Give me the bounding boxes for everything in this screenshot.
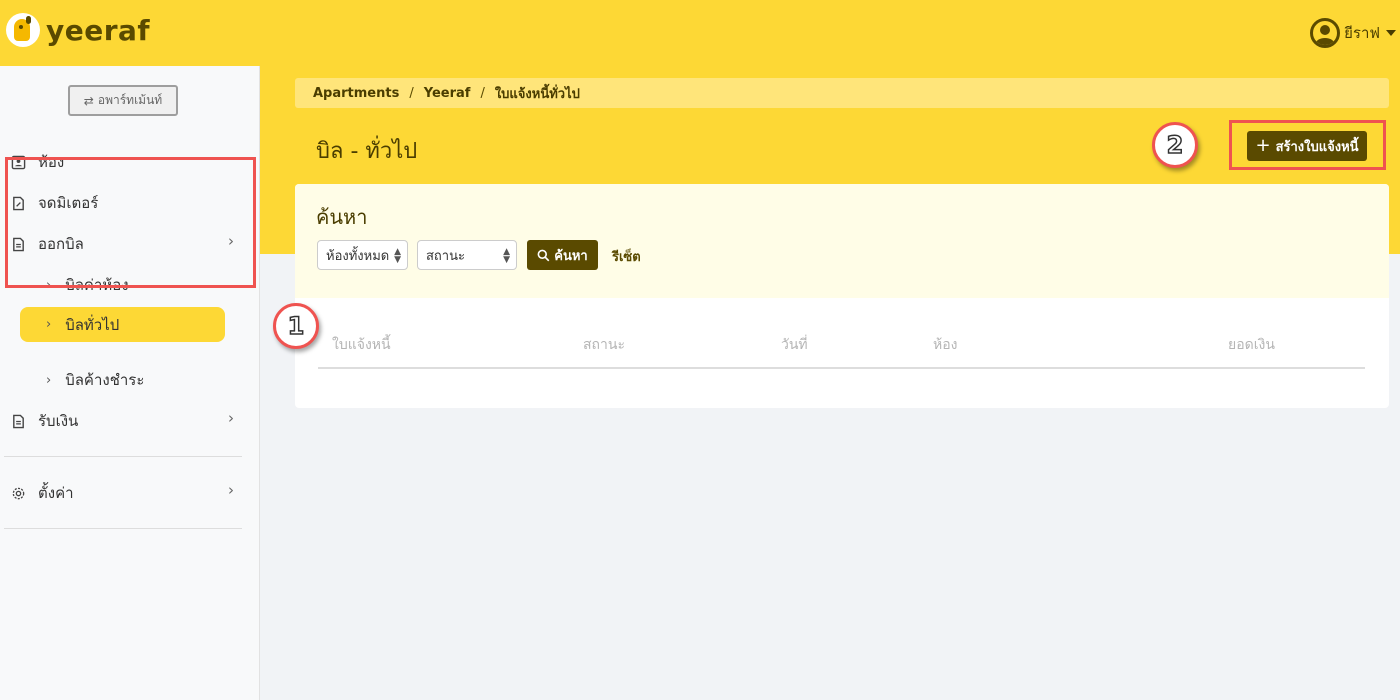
reset-link[interactable]: รีเซ็ต <box>612 246 641 267</box>
search-button[interactable]: ค้นหา <box>527 240 598 270</box>
swap-icon: ⇄ <box>83 93 94 108</box>
breadcrumb-apartments[interactable]: Apartments <box>313 86 399 101</box>
sidebar-item-receive-payment[interactable]: รับเงิน <box>10 409 78 433</box>
breadcrumb: Apartments / Yeeraf / ใบแจ้งหนี้ทั่วไป <box>295 78 1389 108</box>
chevron-right-icon: › <box>228 481 234 499</box>
column-header-status: สถานะ <box>583 337 625 353</box>
sidebar-subitem-overdue-bill[interactable]: › บิลค้างชำระ <box>46 368 144 392</box>
breadcrumb-current: ใบแจ้งหนี้ทั่วไป <box>494 86 580 102</box>
annotation-marker-1: 1 <box>273 303 319 349</box>
room-select-value: ห้องทั้งหมด <box>326 248 390 264</box>
caret-down-icon <box>1386 30 1396 36</box>
giraffe-logo-icon <box>6 13 40 47</box>
invoice-card: ค้นหา ห้องทั้งหมด ▲ ▼ สถานะ ▲ ▼ ค้นหา รีเซ… <box>295 184 1389 408</box>
breadcrumb-yeeraf[interactable]: Yeeraf <box>424 86 471 101</box>
annotation-highlight-billing <box>5 157 256 288</box>
page-title: บิล - ทั่วไป <box>316 139 418 164</box>
gear-icon <box>10 485 26 501</box>
status-select[interactable]: สถานะ ▲ ▼ <box>417 240 517 270</box>
column-header-room: ห้อง <box>933 337 958 353</box>
sort-arrows-icon: ▲ ▼ <box>503 247 510 265</box>
chevron-right-icon: › <box>228 409 234 427</box>
search-title: ค้นหา <box>316 205 368 229</box>
column-header-invoice: ใบแจ้งหนี้ <box>332 337 391 353</box>
room-select[interactable]: ห้องทั้งหมด ▲ ▼ <box>317 240 408 270</box>
chevron-right-icon: › <box>46 317 52 332</box>
annotation-highlight-create <box>1229 120 1386 170</box>
sidebar-subitem-general-bill[interactable]: › บิลทั่วไป <box>20 307 225 342</box>
search-button-label: ค้นหา <box>554 248 588 264</box>
search-panel: ค้นหา ห้องทั้งหมด ▲ ▼ สถานะ ▲ ▼ ค้นหา รีเซ… <box>295 184 1389 298</box>
logo[interactable]: yeeraf <box>6 13 150 47</box>
apartment-switch-label: อพาร์ทเม้นท์ <box>97 93 163 107</box>
breadcrumb-separator: / <box>480 85 485 101</box>
user-name: ยีราฟ <box>1344 24 1380 42</box>
sidebar-item-label: รับเงิน <box>38 412 79 430</box>
top-bar: yeeraf ยีราฟ <box>0 0 1400 66</box>
table-header-divider <box>318 367 1365 369</box>
user-avatar-icon <box>1310 18 1341 48</box>
logo-text: yeeraf <box>46 13 151 47</box>
sidebar-subitem-label: บิลทั่วไป <box>65 315 120 334</box>
annotation-marker-2: 2 <box>1152 122 1198 168</box>
breadcrumb-separator: / <box>409 85 414 101</box>
document-icon <box>10 413 26 429</box>
sidebar-divider <box>4 528 242 529</box>
sidebar-item-settings[interactable]: ตั้งค่า <box>10 481 74 505</box>
sidebar-item-label: ตั้งค่า <box>38 484 74 502</box>
column-header-amount: ยอดเงิน <box>1228 337 1275 353</box>
search-icon <box>537 249 550 261</box>
chevron-right-icon: › <box>46 372 52 388</box>
status-select-value: สถานะ <box>426 248 465 264</box>
sort-arrows-icon: ▲ ▼ <box>394 247 401 265</box>
apartment-switch-button[interactable]: ⇄ อพาร์ทเม้นท์ <box>68 85 178 116</box>
sidebar-subitem-label: บิลค้างชำระ <box>65 371 145 389</box>
column-header-date: วันที่ <box>781 337 808 353</box>
user-menu[interactable]: ยีราฟ <box>1310 18 1396 48</box>
sidebar-divider <box>4 456 242 457</box>
